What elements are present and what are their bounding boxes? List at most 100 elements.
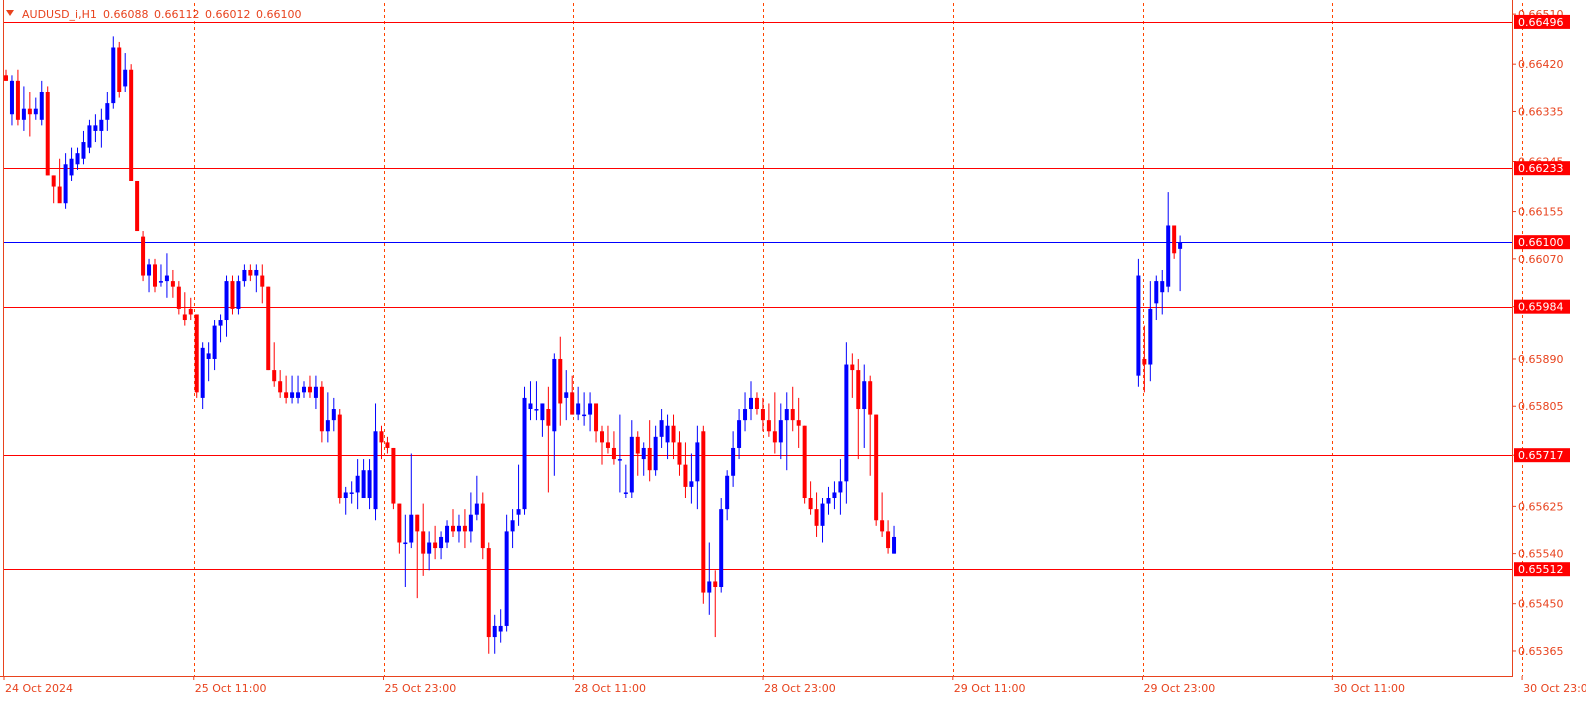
- candle-body[interactable]: [379, 431, 383, 442]
- candle-body[interactable]: [272, 370, 276, 381]
- candle-body[interactable]: [677, 442, 681, 464]
- candle-body[interactable]: [117, 47, 121, 91]
- candle-body[interactable]: [672, 426, 676, 443]
- candle-body[interactable]: [552, 359, 556, 431]
- candle-body[interactable]: [183, 314, 187, 320]
- candle-body[interactable]: [201, 348, 205, 398]
- candle-body[interactable]: [189, 309, 193, 315]
- candle-body[interactable]: [236, 281, 240, 309]
- candle-body[interactable]: [695, 442, 699, 481]
- candle[interactable]: [487, 543, 491, 654]
- candle-body[interactable]: [266, 287, 270, 370]
- candle-body[interactable]: [1148, 309, 1152, 365]
- candle[interactable]: [505, 515, 509, 632]
- candle-body[interactable]: [689, 481, 693, 487]
- candle-body[interactable]: [165, 276, 169, 282]
- candle[interactable]: [874, 415, 878, 526]
- candle-body[interactable]: [481, 504, 485, 548]
- candle-body[interactable]: [826, 498, 830, 504]
- candle-body[interactable]: [731, 448, 735, 476]
- candle-body[interactable]: [785, 409, 789, 420]
- candle-body[interactable]: [755, 398, 759, 409]
- candle-body[interactable]: [368, 470, 372, 498]
- candle-body[interactable]: [576, 403, 580, 414]
- candle-body[interactable]: [356, 476, 360, 493]
- candle-body[interactable]: [230, 281, 234, 309]
- candle-body[interactable]: [374, 431, 378, 509]
- candle[interactable]: [236, 276, 240, 315]
- candle[interactable]: [803, 426, 807, 504]
- candle-body[interactable]: [642, 448, 646, 459]
- candle-body[interactable]: [749, 398, 753, 409]
- candle-body[interactable]: [791, 409, 795, 420]
- candle-body[interactable]: [725, 476, 729, 509]
- candle-body[interactable]: [868, 381, 872, 414]
- candle-body[interactable]: [1154, 281, 1158, 303]
- candle-body[interactable]: [630, 437, 634, 493]
- candle-body[interactable]: [1172, 225, 1176, 253]
- candle-body[interactable]: [743, 409, 747, 420]
- candle-body[interactable]: [296, 392, 300, 398]
- candle[interactable]: [117, 42, 121, 98]
- candle-body[interactable]: [427, 543, 431, 554]
- candle-body[interactable]: [779, 420, 783, 442]
- candle-body[interactable]: [451, 526, 455, 532]
- candle-body[interactable]: [713, 581, 717, 587]
- candle-body[interactable]: [52, 175, 56, 186]
- candle-body[interactable]: [105, 103, 109, 120]
- candle[interactable]: [391, 448, 395, 509]
- candle-body[interactable]: [1166, 225, 1170, 286]
- candle-body[interactable]: [153, 264, 157, 286]
- candle-body[interactable]: [320, 387, 324, 431]
- candle-body[interactable]: [701, 431, 705, 592]
- candle-body[interactable]: [28, 109, 32, 115]
- candle[interactable]: [141, 231, 145, 281]
- candle-body[interactable]: [93, 125, 97, 131]
- candle-body[interactable]: [534, 409, 538, 411]
- candle-body[interactable]: [278, 381, 282, 392]
- candle-body[interactable]: [433, 543, 437, 549]
- candlestick-chart[interactable]: 0.653650.654500.655400.656250.657170.658…: [0, 0, 1586, 710]
- candle-body[interactable]: [475, 504, 479, 515]
- candle[interactable]: [195, 314, 199, 397]
- candle-body[interactable]: [493, 626, 497, 637]
- candle-body[interactable]: [606, 442, 610, 448]
- candle-body[interactable]: [22, 109, 26, 120]
- candle-body[interactable]: [290, 392, 294, 398]
- candle-body[interactable]: [600, 431, 604, 442]
- candle-body[interactable]: [612, 448, 616, 459]
- candle-body[interactable]: [195, 314, 199, 392]
- candle-body[interactable]: [832, 492, 836, 498]
- candle-body[interactable]: [773, 431, 777, 442]
- candle-body[interactable]: [523, 398, 527, 509]
- candle-body[interactable]: [40, 92, 44, 120]
- candle-body[interactable]: [654, 437, 658, 470]
- candle-body[interactable]: [10, 81, 14, 114]
- candle-body[interactable]: [403, 543, 407, 545]
- candle-body[interactable]: [350, 492, 354, 494]
- candle-body[interactable]: [540, 403, 544, 420]
- candle[interactable]: [719, 498, 723, 593]
- candle-body[interactable]: [308, 387, 312, 393]
- candle-body[interactable]: [99, 120, 103, 131]
- candle-body[interactable]: [207, 353, 211, 359]
- candle[interactable]: [844, 342, 848, 503]
- candle-body[interactable]: [594, 403, 598, 431]
- candle-body[interactable]: [362, 470, 366, 498]
- candle-body[interactable]: [314, 387, 318, 398]
- candle[interactable]: [701, 426, 705, 604]
- candle-body[interactable]: [648, 448, 652, 470]
- candle-body[interactable]: [624, 492, 628, 494]
- candle-body[interactable]: [397, 504, 401, 543]
- candle-body[interactable]: [415, 515, 419, 532]
- candle-body[interactable]: [135, 181, 139, 231]
- candle-body[interactable]: [4, 75, 8, 81]
- candle-body[interactable]: [683, 465, 687, 487]
- candle-body[interactable]: [284, 392, 288, 398]
- candle-body[interactable]: [517, 509, 521, 515]
- candle-body[interactable]: [528, 403, 532, 409]
- candle[interactable]: [46, 86, 50, 175]
- candle-body[interactable]: [70, 159, 74, 176]
- candle-body[interactable]: [1160, 281, 1164, 292]
- candle-body[interactable]: [636, 437, 640, 454]
